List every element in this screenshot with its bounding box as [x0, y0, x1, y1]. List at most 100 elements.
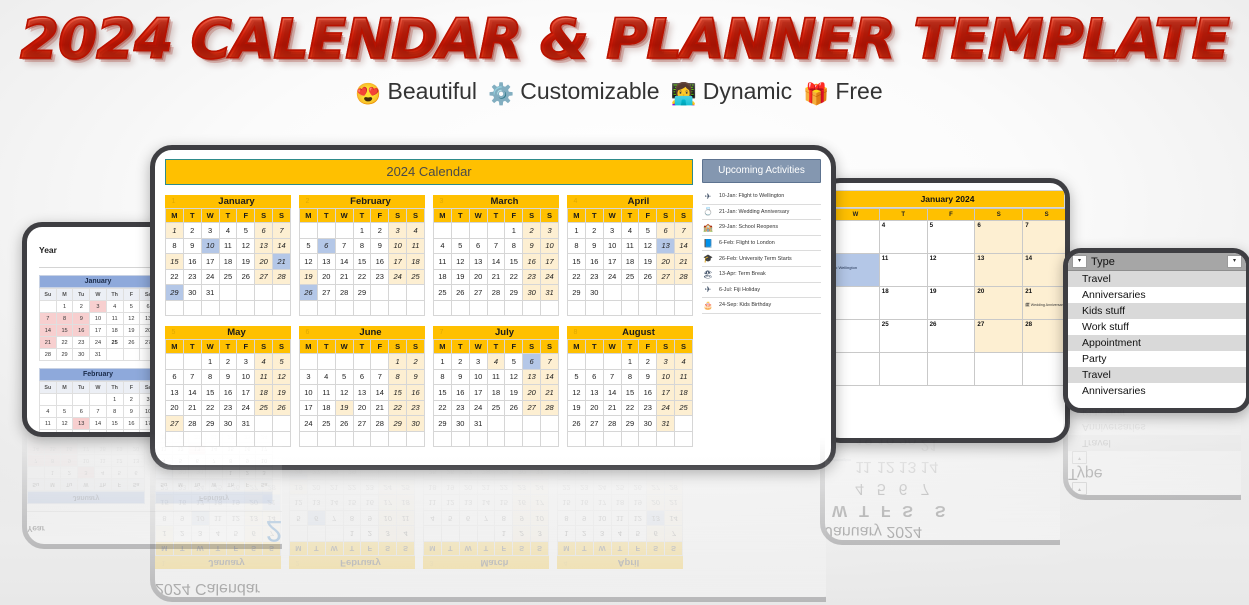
- month-table[interactable]: MTWTFSS123456789101112131415161718192021…: [433, 208, 559, 316]
- table-row[interactable]: Work stuff: [1068, 319, 1246, 335]
- mini-day-cell[interactable]: 13: [72, 417, 91, 430]
- day-cell[interactable]: 28: [664, 479, 683, 495]
- day-cell[interactable]: 1: [433, 353, 452, 370]
- day-cell[interactable]: 10: [378, 510, 397, 526]
- day-cell[interactable]: 28: [272, 268, 291, 285]
- day-cell[interactable]: 29: [433, 415, 452, 432]
- day-cell[interactable]: 17: [602, 253, 622, 270]
- day-cell[interactable]: 15: [494, 495, 513, 511]
- day-cell[interactable]: 16: [218, 384, 238, 401]
- day-cell[interactable]: 18: [406, 253, 425, 270]
- month-view-day-cell[interactable]: [831, 220, 880, 254]
- day-cell[interactable]: 6: [307, 510, 326, 526]
- month-view-day-cell[interactable]: 26: [926, 319, 976, 353]
- day-cell[interactable]: 2: [173, 526, 192, 542]
- day-cell[interactable]: 15: [165, 253, 184, 270]
- mini-day-cell[interactable]: 30: [72, 348, 91, 361]
- day-cell[interactable]: 23: [406, 399, 425, 416]
- day-cell[interactable]: 25: [620, 268, 640, 285]
- day-cell[interactable]: 24: [593, 479, 612, 495]
- day-cell[interactable]: 20: [656, 253, 676, 270]
- day-cell[interactable]: 20: [584, 399, 604, 416]
- day-cell[interactable]: 1: [165, 222, 184, 239]
- filter-dropdown-right-icon[interactable]: ▾: [1227, 255, 1242, 268]
- day-cell[interactable]: 20: [316, 268, 336, 285]
- day-cell[interactable]: 12: [567, 384, 586, 401]
- day-cell[interactable]: 3: [656, 353, 676, 370]
- day-cell[interactable]: 12: [272, 368, 291, 385]
- mini-day-cell[interactable]: 11: [39, 417, 57, 430]
- day-cell[interactable]: 22: [567, 268, 586, 285]
- day-cell[interactable]: 20: [522, 384, 542, 401]
- day-cell[interactable]: 17: [200, 253, 220, 270]
- day-cell[interactable]: 3: [388, 222, 408, 239]
- day-cell[interactable]: 24: [236, 399, 256, 416]
- mini-day-cell[interactable]: 17: [89, 324, 107, 337]
- day-cell[interactable]: 23: [638, 399, 658, 416]
- day-cell[interactable]: 31: [656, 415, 676, 432]
- month-view-day-cell[interactable]: [827, 478, 852, 498]
- day-cell[interactable]: 31: [540, 284, 559, 301]
- day-cell[interactable]: 1: [352, 222, 372, 239]
- mini-day-cell[interactable]: 18: [94, 442, 112, 455]
- day-cell[interactable]: 21: [262, 495, 281, 511]
- day-cell[interactable]: 23: [173, 479, 192, 495]
- month-view-day-cell[interactable]: 6: [974, 220, 1024, 254]
- day-cell[interactable]: 23: [522, 268, 542, 285]
- filter-dropdown-right-icon[interactable]: ▾: [1072, 451, 1087, 464]
- day-cell[interactable]: 23: [584, 268, 604, 285]
- month-table[interactable]: MTWTFSS123456789101112131415161718192021…: [567, 208, 693, 316]
- mini-day-cell[interactable]: 7: [39, 312, 57, 325]
- day-cell[interactable]: 5: [567, 368, 586, 385]
- day-cell[interactable]: 23: [182, 268, 202, 285]
- day-cell[interactable]: 30: [406, 415, 425, 432]
- mini-day-cell[interactable]: 25: [105, 336, 124, 349]
- day-cell[interactable]: 5: [334, 368, 354, 385]
- month-january[interactable]: 1 January M T W T F S S 1 2 3 4 5 6 7 8 9 10 11 12 13 14 15 16 17…: [165, 195, 291, 316]
- day-cell[interactable]: 22: [433, 399, 452, 416]
- day-cell[interactable]: 25: [254, 399, 274, 416]
- day-cell[interactable]: 9: [406, 368, 425, 385]
- day-cell[interactable]: 26: [272, 399, 291, 416]
- mini-day-cell[interactable]: 8: [44, 454, 61, 467]
- day-cell[interactable]: 18: [486, 384, 506, 401]
- day-cell[interactable]: 9: [360, 510, 379, 526]
- day-cell[interactable]: 18: [423, 479, 442, 495]
- day-cell[interactable]: 4: [620, 222, 640, 239]
- upcoming-activities-list[interactable]: ✈ 10-Jan: Flight to Wellington 💍 21-Jan: We…: [702, 189, 821, 314]
- mini-day-cell[interactable]: 2: [122, 393, 141, 406]
- day-cell[interactable]: 23: [575, 479, 594, 495]
- day-cell[interactable]: 14: [664, 510, 683, 526]
- activity-item[interactable]: 🏖 13-Apr: Term Break: [702, 267, 821, 283]
- day-cell[interactable]: 26: [628, 479, 647, 495]
- month-july[interactable]: 7JulyMTWTFSS1234567891011121314151617181…: [433, 326, 559, 447]
- mini-day-cell[interactable]: 26: [122, 336, 141, 349]
- day-cell[interactable]: 22: [155, 479, 174, 495]
- day-cell[interactable]: 13: [459, 495, 478, 511]
- month-view-day-cell[interactable]: 7: [1022, 220, 1065, 254]
- day-cell[interactable]: 21: [325, 479, 344, 495]
- day-cell[interactable]: 9: [370, 237, 390, 254]
- mini-day-cell[interactable]: 13: [127, 454, 145, 467]
- day-cell[interactable]: 8: [352, 237, 372, 254]
- day-cell[interactable]: 3: [602, 222, 622, 239]
- day-cell[interactable]: 21: [272, 253, 291, 270]
- day-cell[interactable]: 19: [289, 479, 308, 495]
- day-cell[interactable]: 21: [486, 268, 506, 285]
- day-cell[interactable]: 24: [602, 268, 622, 285]
- day-cell[interactable]: 6: [459, 510, 478, 526]
- day-cell[interactable]: 27: [646, 479, 665, 495]
- day-cell[interactable]: 3: [540, 222, 559, 239]
- day-cell[interactable]: 4: [254, 353, 274, 370]
- day-cell[interactable]: 21: [674, 253, 693, 270]
- day-cell[interactable]: 11: [406, 237, 425, 254]
- month-view-day-cell[interactable]: 7: [919, 478, 960, 498]
- day-cell[interactable]: 6: [352, 368, 372, 385]
- mini-day-cell[interactable]: 3: [89, 300, 107, 313]
- day-cell[interactable]: 11: [620, 237, 640, 254]
- day-cell[interactable]: 14: [325, 495, 344, 511]
- day-cell[interactable]: 18: [433, 268, 452, 285]
- month-view-day-cell[interactable]: 11: [854, 456, 874, 476]
- activity-item[interactable]: 🏫 29-Jan: School Reopens: [702, 220, 821, 236]
- day-cell[interactable]: 31: [468, 415, 488, 432]
